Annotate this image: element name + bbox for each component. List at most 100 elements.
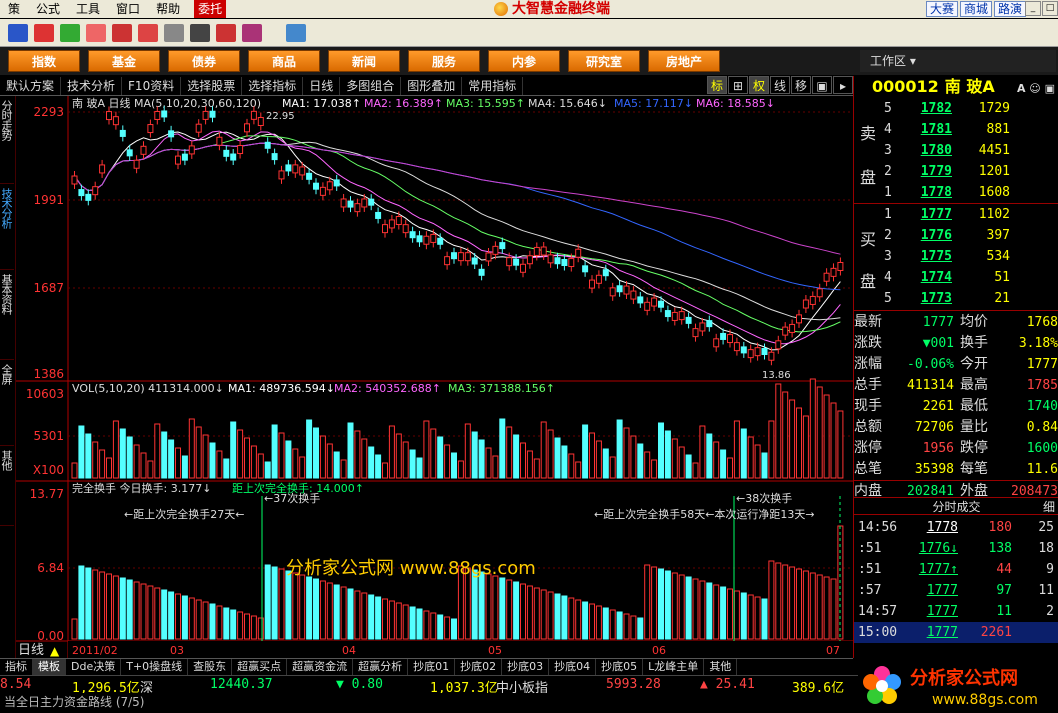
- indicator-tab[interactable]: 其他: [704, 659, 738, 675]
- quote-value: -0.06%: [907, 357, 954, 372]
- order-book-row[interactable]: 4 1774 51: [854, 267, 1058, 288]
- left-tab-fullscreen[interactable]: 全屏: [0, 360, 14, 446]
- nav-research[interactable]: 研究室: [568, 50, 640, 72]
- window-button[interactable]: ▣: [812, 76, 832, 94]
- toolbar-book-icon[interactable]: [242, 23, 262, 42]
- roadshow-button[interactable]: 路演: [993, 1, 1026, 17]
- toolbar-home-icon[interactable]: [34, 23, 54, 42]
- indicator-tab[interactable]: 超赢买点: [232, 659, 288, 675]
- candle: [209, 110, 216, 118]
- tick-row[interactable]: 15:00 1777 2261: [854, 622, 1058, 643]
- ma6-label: MA6: 18.585↓: [696, 97, 775, 110]
- toolbar-select-icon[interactable]: [190, 23, 210, 42]
- nav-commodity[interactable]: 商品: [248, 50, 320, 72]
- tab-default-scheme[interactable]: 默认方案: [0, 76, 62, 95]
- indicator-tab[interactable]: 超赢分析: [353, 659, 409, 675]
- toolbar-tools-icon[interactable]: [164, 23, 184, 42]
- indicator-tab[interactable]: 模板: [33, 659, 66, 675]
- kline-chart[interactable]: 南 玻A 日线 MA(5,10,20,30,60,120) MA1: 17.03…: [16, 96, 853, 658]
- line-button[interactable]: 线: [770, 76, 790, 94]
- top-right-buttons: 大赛 商城 路演: [925, 1, 1026, 17]
- toolbar-news-icon[interactable]: [112, 23, 132, 42]
- indicator-tab[interactable]: Dde决策: [66, 659, 122, 675]
- toolbar-board-icon[interactable]: [138, 23, 158, 42]
- order-book-row[interactable]: 2 1776 397: [854, 225, 1058, 246]
- order-book-row[interactable]: 1 1778 1608: [854, 182, 1058, 203]
- nav-insider[interactable]: 内参: [488, 50, 560, 72]
- volume-bar: [78, 425, 85, 479]
- tab-common-indicators[interactable]: 常用指标: [462, 76, 524, 95]
- volume-bar: [533, 458, 540, 479]
- order-book-row[interactable]: 4 1781 881: [854, 119, 1058, 140]
- toolbar-chart-icon[interactable]: [60, 23, 80, 42]
- order-book-row[interactable]: 3 1780 4451: [854, 140, 1058, 161]
- indicator-tab[interactable]: 超赢资金流: [287, 659, 354, 675]
- tab-overlay[interactable]: 图形叠加: [401, 76, 463, 95]
- order-book-row[interactable]: 1 1777 1102: [854, 204, 1058, 225]
- order-book-row[interactable]: 5 1773 21: [854, 288, 1058, 309]
- order-book-row[interactable]: 3 1775 534: [854, 246, 1058, 267]
- indicator-tab[interactable]: 抄底04: [549, 659, 597, 675]
- menu-help[interactable]: 帮助: [148, 0, 188, 18]
- nav-bond[interactable]: 债券: [168, 50, 240, 72]
- minimize-icon[interactable]: _: [1025, 1, 1041, 16]
- tick-t: :51: [858, 541, 882, 556]
- volume-bar: [278, 432, 285, 479]
- tick-row[interactable]: :51 1777↑ 44 9: [854, 559, 1058, 580]
- indicator-tab[interactable]: 抄底01: [408, 659, 456, 675]
- toolbar-market-icon[interactable]: [86, 23, 106, 42]
- grid-button[interactable]: ⊞: [728, 76, 748, 94]
- tick-row[interactable]: :57 1777 97 11: [854, 580, 1058, 601]
- menu-window[interactable]: 窗口: [108, 0, 148, 18]
- indicator-tab[interactable]: 指标: [0, 659, 33, 675]
- workarea-button[interactable]: 工作区 ▾: [860, 50, 1056, 72]
- order-book-row[interactable]: 2 1779 1201: [854, 161, 1058, 182]
- indicator-tab[interactable]: L龙峰主单: [643, 659, 705, 675]
- toolbar-back-icon[interactable]: [8, 23, 28, 42]
- nav-realestate[interactable]: 房地产: [648, 50, 720, 72]
- menu-formula[interactable]: 公式: [28, 0, 68, 18]
- indicator-tab[interactable]: T+0操盘线: [121, 659, 189, 675]
- tick-row[interactable]: :51 1776↓ 138 18: [854, 538, 1058, 559]
- expand-button[interactable]: ▸: [833, 76, 853, 94]
- toolbar-help-icon[interactable]: [286, 23, 306, 42]
- volume-bar: [292, 448, 299, 479]
- toolbar-info-icon[interactable]: [216, 23, 236, 42]
- contest-button[interactable]: 大赛: [925, 1, 958, 17]
- rights-button[interactable]: 权: [749, 76, 769, 94]
- tick-row[interactable]: 14:57 1777 11 2: [854, 601, 1058, 622]
- mark-button[interactable]: 标: [707, 76, 727, 94]
- turnover-bar: [830, 578, 837, 640]
- tab-select-stock[interactable]: 选择股票: [181, 76, 243, 95]
- tab-f10[interactable]: F10资料: [122, 76, 182, 95]
- nav-news[interactable]: 新闻: [328, 50, 400, 72]
- nav-index[interactable]: 指数: [8, 50, 80, 72]
- menu-tools[interactable]: 工具: [68, 0, 108, 18]
- left-tab-intraday[interactable]: 分时走势: [0, 96, 14, 184]
- order-book-row[interactable]: 5 1782 1729: [854, 98, 1058, 119]
- tab-daily[interactable]: 日线: [303, 76, 341, 95]
- menu-policy[interactable]: 策: [0, 0, 28, 18]
- nav-service[interactable]: 服务: [408, 50, 480, 72]
- nav-fund[interactable]: 基金: [88, 50, 160, 72]
- left-tab-other[interactable]: 其他: [0, 446, 14, 526]
- indicator-tab[interactable]: 抄底05: [596, 659, 644, 675]
- indicator-tab[interactable]: 抄底02: [455, 659, 503, 675]
- mall-button[interactable]: 商城: [959, 1, 992, 17]
- stock-title-icons[interactable]: A ☺ ▣: [1017, 78, 1055, 100]
- left-tab-technical[interactable]: 技术分析: [0, 184, 14, 270]
- turnover-bar: [257, 617, 264, 640]
- menu-trade[interactable]: 委托: [194, 0, 227, 18]
- ticks-detail-tab[interactable]: 细: [1043, 498, 1055, 516]
- volume-bar: [651, 459, 658, 479]
- left-tab-fundamental[interactable]: 基本资料: [0, 270, 14, 360]
- tab-select-indicator[interactable]: 选择指标: [242, 76, 304, 95]
- maximize-icon[interactable]: □: [1042, 1, 1058, 16]
- tab-multi-chart[interactable]: 多图组合: [340, 76, 402, 95]
- move-button[interactable]: 移: [791, 76, 811, 94]
- indicator-tab[interactable]: 查股东: [188, 659, 233, 675]
- indicator-tab[interactable]: 抄底03: [502, 659, 550, 675]
- tick-row[interactable]: 14:56 1778 180 25: [854, 517, 1058, 538]
- tab-tech-analysis[interactable]: 技术分析: [61, 76, 123, 95]
- period-up-icon[interactable]: ▲: [50, 644, 60, 658]
